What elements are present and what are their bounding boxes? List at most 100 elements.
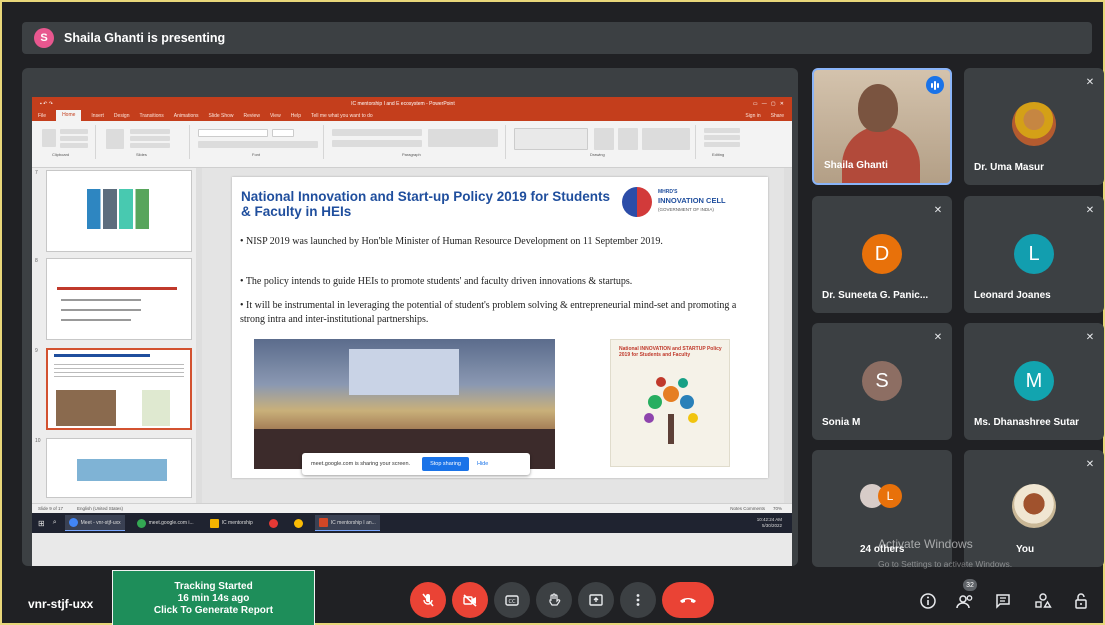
camera-toggle-button[interactable] <box>452 582 488 618</box>
share-button[interactable]: Share <box>771 113 784 119</box>
zoom-level[interactable]: 70% <box>773 506 782 511</box>
host-controls-button[interactable] <box>1070 590 1092 612</box>
taskbar-clock[interactable]: 10:42:24 AM 5/30/2022 <box>757 517 782 529</box>
taskbar-label: IC mentorship <box>221 520 253 526</box>
mic-off-icon <box>422 593 434 607</box>
tracker-action: Click To Generate Report <box>153 605 274 616</box>
arrange-button[interactable] <box>594 128 614 150</box>
tab-design[interactable]: Design <box>114 113 130 119</box>
taskbar-item-folder[interactable]: IC mentorship <box>206 515 257 531</box>
select-button[interactable] <box>704 142 740 147</box>
slide-thumb-8[interactable] <box>46 258 192 340</box>
participant-tile-shaila[interactable]: Shaila Ghanti <box>812 68 952 185</box>
replace-button[interactable] <box>704 135 740 140</box>
activities-button[interactable] <box>1032 590 1054 612</box>
person-head <box>858 84 898 132</box>
taskbar-item-powerpoint[interactable]: IC mentorship I an... <box>314 515 380 531</box>
captions-button[interactable]: CC <box>494 582 530 618</box>
raise-hand-button[interactable] <box>536 582 572 618</box>
tab-animations[interactable]: Animations <box>174 113 199 119</box>
new-slide-icon[interactable] <box>106 129 124 149</box>
font-size-select[interactable] <box>272 129 294 137</box>
slide-count: Slide 9 of 17 <box>38 506 64 511</box>
taskbar-item-meet[interactable]: Meet - vnr-stjf-uxx <box>64 515 125 531</box>
powerpoint-icon <box>318 518 328 527</box>
window-controls[interactable]: ▭ — ▢ ✕ <box>753 101 784 107</box>
participant-tile-suneeta[interactable]: ✕ D Dr. Suneeta G. Panic... <box>812 196 952 313</box>
mic-off-icon: ✕ <box>933 331 943 343</box>
notes-comments[interactable]: Notes Comments <box>730 506 765 511</box>
taskbar-item-meet-share[interactable]: meet.google.com i... <box>133 515 198 531</box>
reset-button[interactable] <box>130 136 170 141</box>
opera-icon <box>268 518 278 528</box>
hide-toast-button[interactable]: Hide <box>477 461 488 467</box>
section-button[interactable] <box>130 143 170 148</box>
tab-view[interactable]: View <box>270 113 281 119</box>
align-buttons[interactable] <box>332 140 422 147</box>
participant-tile-leonard[interactable]: ✕ L Leonard Joanes <box>964 196 1104 313</box>
speaking-indicator-icon <box>926 76 944 94</box>
tab-review[interactable]: Review <box>244 113 260 119</box>
cut-icon[interactable] <box>60 129 88 134</box>
list-buttons[interactable] <box>332 129 422 136</box>
font-format-buttons[interactable] <box>198 141 318 148</box>
slide-scrollbar[interactable] <box>784 168 792 503</box>
meeting-details-button[interactable] <box>917 590 939 612</box>
participant-tile-dhanashree[interactable]: ✕ M Ms. Dhanashree Sutar <box>964 323 1104 440</box>
tell-me-input[interactable]: Tell me what you want to do <box>311 113 373 119</box>
current-slide: National Innovation and Start-up Policy … <box>232 177 768 478</box>
tab-file[interactable]: File <box>38 113 46 119</box>
thumbnail-scrollbar[interactable] <box>196 168 202 503</box>
slide-thumb-9[interactable] <box>46 348 192 430</box>
copy-icon[interactable] <box>60 136 88 141</box>
font-name-select[interactable] <box>198 129 268 137</box>
tab-insert[interactable]: Insert <box>91 113 104 119</box>
chat-icon <box>996 594 1010 609</box>
find-button[interactable] <box>704 128 740 133</box>
thumb-number: 10 <box>35 438 41 444</box>
shape-fill-buttons[interactable] <box>642 128 690 150</box>
shared-screen: ▪ ↶ ↷ IC mentorship I and E ecosystem - … <box>22 68 798 566</box>
shapes-gallery[interactable] <box>514 128 588 150</box>
tab-transitions[interactable]: Transitions <box>140 113 164 119</box>
windows-start-icon[interactable]: ⊞ <box>38 519 45 528</box>
taskbar-item-opera[interactable] <box>265 515 282 531</box>
paste-icon[interactable] <box>42 129 56 147</box>
people-button[interactable] <box>954 590 976 612</box>
quick-styles-button[interactable] <box>618 128 638 150</box>
taskbar-item-chrome[interactable] <box>290 515 307 531</box>
chrome-icon <box>136 518 146 528</box>
attendance-tracker-button[interactable]: Tracking Started 16 min 14s ago Click To… <box>112 570 315 625</box>
participant-avatar: S <box>862 361 902 401</box>
tab-help[interactable]: Help <box>291 113 301 119</box>
stop-sharing-button[interactable]: Stop sharing <box>422 457 469 471</box>
activities-icon <box>1035 593 1052 608</box>
slide-thumb-7[interactable] <box>46 170 192 252</box>
slide-thumb-10[interactable] <box>46 438 192 498</box>
participant-tile-uma[interactable]: ✕ Dr. Uma Masur <box>964 68 1104 185</box>
mic-toggle-button[interactable] <box>410 582 446 618</box>
leave-call-button[interactable] <box>662 582 714 618</box>
search-icon[interactable]: ⌕ <box>53 519 57 527</box>
slides-label: Slides <box>136 152 147 157</box>
ribbon-group-clipboard: Clipboard <box>38 125 96 159</box>
save-icon[interactable]: ▪ ↶ ↷ <box>40 101 53 107</box>
logo-text-2: INNOVATION CELL <box>658 196 726 205</box>
participant-tile-you[interactable]: ✕ You <box>964 450 1104 567</box>
format-painter-icon[interactable] <box>60 143 88 148</box>
mic-off-icon: ✕ <box>1085 331 1095 343</box>
ribbon-group-drawing: Drawing <box>510 125 696 159</box>
logo-text-1: MHRD'S <box>658 189 678 195</box>
tab-slideshow[interactable]: Slide Show <box>209 113 234 119</box>
layout-button[interactable] <box>130 129 170 134</box>
participant-tile-sonia[interactable]: ✕ S Sonia M <box>812 323 952 440</box>
more-options-button[interactable] <box>620 582 656 618</box>
signin-link[interactable]: Sign in <box>745 113 760 119</box>
chat-button[interactable] <box>992 590 1014 612</box>
tab-home[interactable]: Home <box>56 110 82 121</box>
text-direction-buttons[interactable] <box>428 129 498 147</box>
participant-name: Shaila Ghanti <box>824 160 888 171</box>
participant-name: Ms. Dhanashree Sutar <box>974 417 1080 428</box>
present-screen-button[interactable] <box>578 582 614 618</box>
language-status: English (United States) <box>77 506 124 511</box>
